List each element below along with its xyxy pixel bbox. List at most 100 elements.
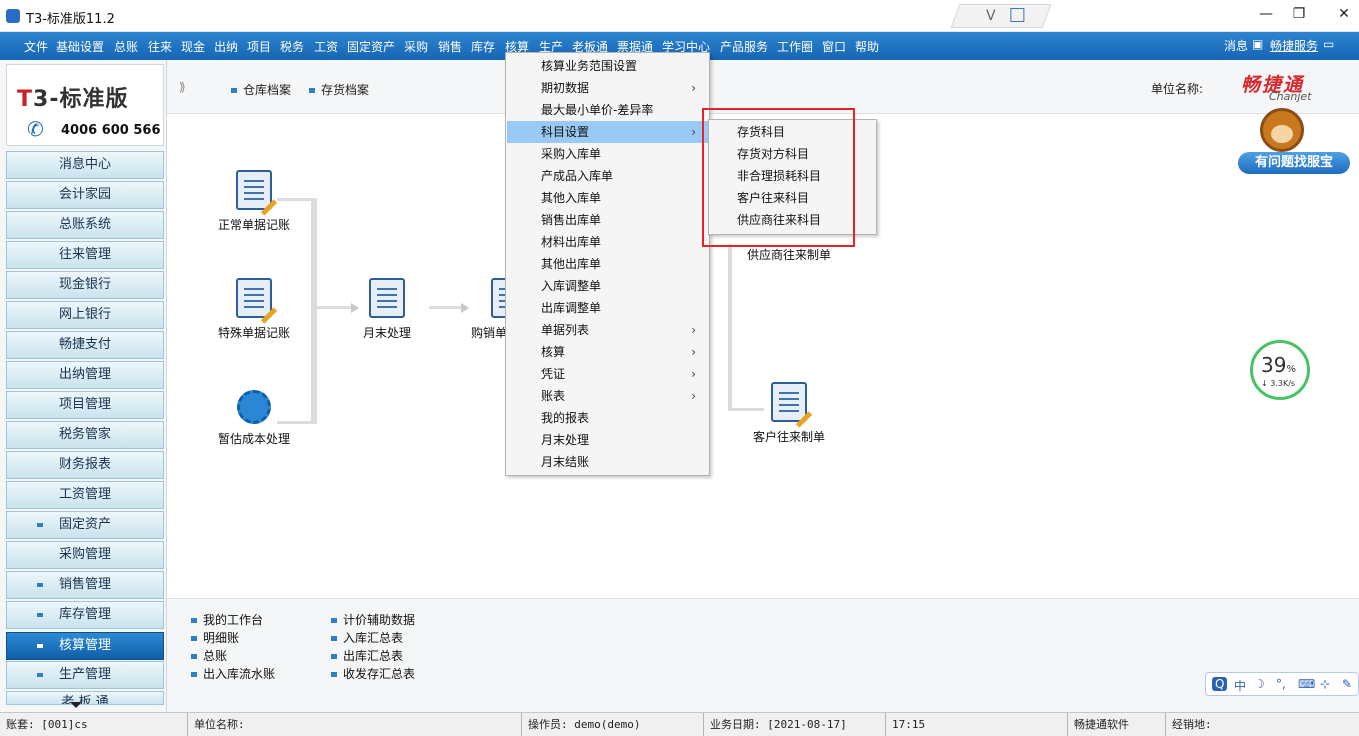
- menu-item-voucher[interactable]: 凭证 ›: [507, 363, 708, 385]
- menu-item-ledgers[interactable]: 账表 ›: [507, 385, 708, 407]
- ime-punctuation-icon[interactable]: °,: [1276, 677, 1286, 691]
- menu-item-my-reports[interactable]: 我的报表: [507, 407, 708, 429]
- ime-settings-icon[interactable]: ✎: [1342, 677, 1352, 691]
- ime-tools-icon[interactable]: ⊹: [1320, 677, 1330, 691]
- menu-window[interactable]: 窗口: [822, 38, 846, 55]
- minimize-button[interactable]: —: [1255, 6, 1277, 26]
- menu-basic-settings[interactable]: 基础设置: [56, 38, 104, 55]
- ime-logo-icon[interactable]: Q: [1212, 677, 1228, 691]
- nav-purchase[interactable]: 采购管理: [6, 541, 164, 569]
- nav-sales[interactable]: 销售管理: [6, 571, 164, 599]
- nav-payroll[interactable]: 工资管理: [6, 481, 164, 509]
- shortcut-outbound-summary[interactable]: 出库汇总表: [331, 647, 403, 664]
- center-control[interactable]: V: [950, 4, 1052, 28]
- menu-sales[interactable]: 销售: [438, 38, 462, 55]
- maximize-button[interactable]: ❐: [1288, 6, 1310, 26]
- nav-reports[interactable]: 财务报表: [6, 451, 164, 479]
- submenu-arrow-icon: ›: [691, 389, 696, 403]
- nav-tax[interactable]: 税务管家: [6, 421, 164, 449]
- menu-workcircle[interactable]: 工作圈: [777, 38, 813, 55]
- menu-cash[interactable]: 现金: [181, 38, 205, 55]
- nav-receivables[interactable]: 往来管理: [6, 241, 164, 269]
- nav-chanjet-pay[interactable]: 畅捷支付: [6, 331, 164, 359]
- menu-item-opening-data[interactable]: 期初数据 ›: [507, 77, 708, 99]
- menu-item-costing[interactable]: 核算 ›: [507, 341, 708, 363]
- flow-node-purchase-sales[interactable]: 购销单: [471, 278, 507, 341]
- shortcut-workbench[interactable]: 我的工作台: [191, 611, 263, 628]
- menu-item-other-receipt[interactable]: 其他入库单: [507, 187, 708, 209]
- menu-general-ledger[interactable]: 总账: [114, 38, 138, 55]
- menu-item-month-end[interactable]: 月末处理: [507, 429, 708, 451]
- network-speed-widget[interactable]: 39% ↓ 3.3K/s: [1250, 340, 1310, 400]
- chat-icon[interactable]: ▣: [1252, 37, 1263, 51]
- nav-boss[interactable]: 老 板 通: [6, 691, 164, 705]
- flow-node-estimated-cost[interactable]: 暂估成本处理: [209, 390, 299, 447]
- inventory-archive-link[interactable]: 存货档案: [309, 81, 369, 98]
- shortcut-general-ledger[interactable]: 总账: [191, 647, 227, 664]
- menu-tax[interactable]: 税务: [280, 38, 304, 55]
- menu-item-month-close[interactable]: 月末结账: [507, 451, 708, 473]
- menu-item-material-issue[interactable]: 材料出库单: [507, 231, 708, 253]
- flow-node-customer-voucher[interactable]: 客户往来制单: [739, 382, 839, 445]
- menu-products[interactable]: 产品服务: [720, 38, 768, 55]
- qrcode-icon[interactable]: [1010, 8, 1025, 22]
- menu-item-product-receipt[interactable]: 产成品入库单: [507, 165, 708, 187]
- menu-item-issue-adjust[interactable]: 出库调整单: [507, 297, 708, 319]
- nav-project[interactable]: 项目管理: [6, 391, 164, 419]
- shortcut-detail-ledger[interactable]: 明细账: [191, 629, 239, 646]
- shortcut-stock-flow[interactable]: 出入库流水账: [191, 665, 275, 682]
- menu-item-sales-issue[interactable]: 销售出库单: [507, 209, 708, 231]
- warehouse-archive-link[interactable]: 仓库档案: [231, 81, 291, 98]
- ime-halfwidth-icon[interactable]: ☽: [1254, 677, 1265, 691]
- menu-help[interactable]: 帮助: [855, 38, 879, 55]
- ime-toolbar[interactable]: Q 中 ☽ °, ⌨ ⊹ ✎: [1205, 672, 1359, 696]
- menu-payroll[interactable]: 工资: [314, 38, 338, 55]
- nav-costing[interactable]: 核算管理: [6, 632, 164, 660]
- menu-item-document-list[interactable]: 单据列表 ›: [507, 319, 708, 341]
- menu-project[interactable]: 项目: [247, 38, 271, 55]
- message-link[interactable]: 消息: [1224, 37, 1248, 54]
- scroll-down-icon[interactable]: [70, 702, 82, 708]
- menu-item-other-issue[interactable]: 其他出库单: [507, 253, 708, 275]
- shortcut-pricing-aux[interactable]: 计价辅助数据: [331, 611, 415, 628]
- module-toolbar: ⟫ 仓库档案 存货档案 单位名称: 畅捷通 Chanjet: [167, 60, 1359, 114]
- service-icon[interactable]: ▭: [1323, 37, 1334, 51]
- nav-cashier[interactable]: 出纳管理: [6, 361, 164, 389]
- nav-accountant-home[interactable]: 会计家园: [6, 181, 164, 209]
- menu-inventory[interactable]: 库存: [471, 38, 495, 55]
- menu-item-receipt-adjust[interactable]: 入库调整单: [507, 275, 708, 297]
- nav-production[interactable]: 生产管理: [6, 661, 164, 689]
- menu-purchase[interactable]: 采购: [404, 38, 428, 55]
- nav-cash-bank[interactable]: 现金银行: [6, 271, 164, 299]
- menu-cashier[interactable]: 出纳: [214, 38, 238, 55]
- nav-inventory[interactable]: 库存管理: [6, 601, 164, 629]
- unit-name-label: 单位名称:: [1151, 82, 1204, 96]
- app-icon: [6, 9, 20, 23]
- menu-item-account-settings[interactable]: 科目设置 ›: [507, 121, 708, 143]
- speed-percent: 39%: [1261, 353, 1296, 377]
- ime-keyboard-icon[interactable]: ⌨: [1298, 677, 1315, 691]
- close-button[interactable]: ✕: [1333, 6, 1355, 26]
- expand-icon: [37, 613, 43, 617]
- ime-chinese-toggle[interactable]: 中: [1234, 677, 1246, 694]
- shortcut-inbound-summary[interactable]: 入库汇总表: [331, 629, 403, 646]
- help-button[interactable]: 有问题找服宝: [1238, 152, 1350, 174]
- nav-message-center[interactable]: 消息中心: [6, 151, 164, 179]
- menu-file[interactable]: 文件: [24, 38, 48, 55]
- menu-item-price-variance[interactable]: 最大最小单价-差异率: [507, 99, 708, 121]
- nav-fixed-assets[interactable]: 固定资产: [6, 511, 164, 539]
- shortcut-stock-summary[interactable]: 收发存汇总表: [331, 665, 415, 682]
- nav-online-bank[interactable]: 网上银行: [6, 301, 164, 329]
- flow-node-special-posting[interactable]: 特殊单据记账: [209, 278, 299, 341]
- menu-item-purchase-receipt[interactable]: 采购入库单: [507, 143, 708, 165]
- flow-node-normal-posting[interactable]: 正常单据记账: [209, 170, 299, 233]
- menu-receivables[interactable]: 往来: [148, 38, 172, 55]
- menu-fixed-assets[interactable]: 固定资产: [347, 38, 395, 55]
- flow-node-month-end[interactable]: 月末处理: [349, 278, 425, 341]
- status-operator: 操作员: demo(demo): [522, 713, 704, 736]
- menu-item-scope-settings[interactable]: 核算业务范围设置: [507, 55, 708, 77]
- help-assistant[interactable]: 有问题找服宝: [1238, 108, 1350, 176]
- nav-general-ledger[interactable]: 总账系统: [6, 211, 164, 239]
- service-link[interactable]: 畅捷服务: [1270, 37, 1318, 54]
- collapse-icon[interactable]: ⟫: [179, 80, 186, 94]
